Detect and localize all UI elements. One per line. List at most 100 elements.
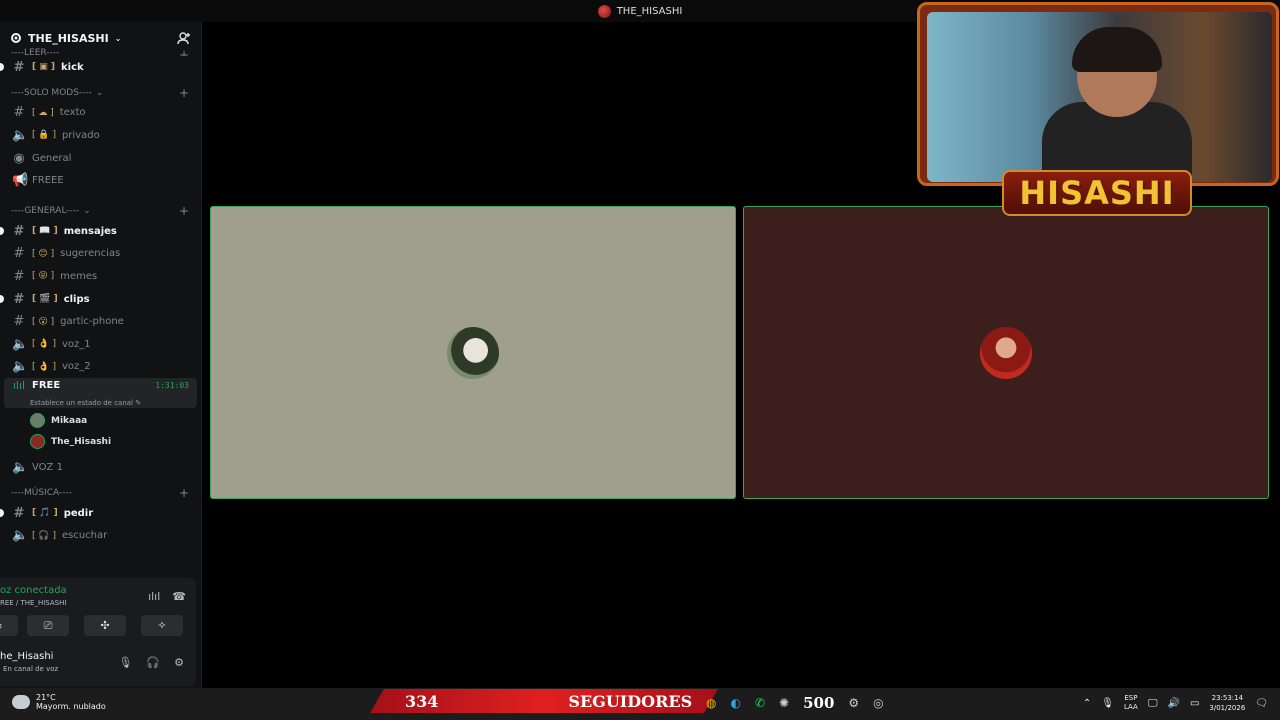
voice-connected-label: oz conectada (0, 585, 67, 596)
channel-privado[interactable]: 🔈 [ 🔒 ] privado (0, 124, 201, 147)
soundboard-button[interactable]: ✧ (141, 615, 183, 636)
followers-overlay: 334 SEGUIDORES (370, 689, 718, 713)
microphone-icon[interactable]: 🎙 (118, 656, 132, 669)
channel-status-prompt[interactable]: Establece un estado de canal ✎ (12, 399, 197, 407)
channel-label: memes (60, 270, 98, 282)
voice-activity-icon: ılıl (12, 379, 26, 393)
channel-emoji-icon: [ 😝 ] (32, 271, 55, 282)
channel-voz-2[interactable]: 🔈 [ 👌 ] voz_2 (0, 356, 201, 379)
gear-icon[interactable]: ⚙ (174, 656, 184, 669)
notifications-icon[interactable]: 🗨 (1255, 698, 1268, 709)
channel-emoji-icon: [ 👌 ] (32, 361, 56, 372)
text-channel-icon: # (13, 105, 25, 121)
microphone-icon[interactable]: 🎙 (1101, 698, 1114, 709)
category-general[interactable]: ----GENERAL---- ⌄ + (0, 202, 201, 220)
activities-icon: ✣ (100, 619, 110, 632)
windows-taskbar: 21°C Mayorm. nublado 334 SEGUIDORES ◍ ◐ … (0, 688, 1280, 720)
chrome-icon[interactable]: ◍ (706, 696, 716, 710)
member-name: Mikaaa (51, 415, 88, 426)
channel-status-label: Establece un estado de canal (30, 399, 134, 408)
webcam-video (927, 12, 1272, 183)
category-musica[interactable]: ----MÚSICA---- + (0, 484, 201, 502)
voice-tile-the-hisashi[interactable] (743, 206, 1269, 499)
channel-memes[interactable]: # [ 😝 ] memes (0, 265, 201, 288)
activities-button[interactable]: ✣ (84, 615, 126, 636)
channel-kick[interactable]: # [ ▣ ] kick (0, 56, 201, 79)
channel-gartic-phone[interactable]: # [ 😮 ] gartic-phone (0, 310, 201, 333)
channel-voz1[interactable]: 🔈 VOZ 1 (0, 456, 201, 479)
app-icon (597, 4, 611, 18)
announcement-icon: 📢 (12, 173, 29, 189)
channel-label: kick (61, 61, 84, 73)
disconnect-icon[interactable]: ☎ (172, 590, 186, 603)
current-user-status: En canal de voz (3, 665, 59, 673)
unread-indicator (0, 295, 4, 304)
current-username[interactable]: he_Hisashi (0, 651, 53, 662)
soundboard-icon: ✧ (157, 619, 167, 632)
chatgpt-icon[interactable]: ✺ (779, 696, 789, 710)
text-channel-icon: # (13, 223, 25, 239)
server-name: THE_HISASHI (28, 31, 109, 45)
webcam-person-hair (1072, 27, 1162, 72)
stage-channel-icon: ◉ (13, 150, 25, 166)
chevron-down-icon: ⌄ (114, 33, 122, 43)
voice-member-the-hisashi[interactable]: The_Hisashi (0, 431, 201, 452)
unread-indicator (0, 509, 4, 518)
channel-pedir[interactable]: # [ 🎵 ] pedir (0, 502, 201, 525)
add-channel-icon[interactable]: + (179, 204, 189, 218)
whatsapp-icon[interactable]: ✆ (755, 696, 765, 710)
weather-widget[interactable]: 21°C Mayorm. nublado (12, 693, 106, 711)
channel-general[interactable]: ◉ General (0, 147, 201, 170)
channel-emoji-icon: [ 📖 ] (32, 226, 58, 237)
call-timer: 1:31:03 (155, 381, 189, 391)
channel-label: gartic-phone (60, 316, 124, 328)
headphones-icon[interactable]: 🎧 (146, 656, 160, 669)
channel-mensajes[interactable]: # [ 📖 ] mensajes (0, 220, 201, 243)
add-member-icon[interactable] (177, 31, 191, 45)
battery-icon[interactable]: ▭ (1190, 698, 1199, 709)
channel-freee[interactable]: 📢 FREEE (0, 169, 201, 192)
category-solo-mods[interactable]: ----SOLO MODS---- ⌄ + (0, 84, 201, 102)
channel-free-active[interactable]: ılıl FREE 1:31:03 Establece un estado de… (4, 378, 197, 409)
volume-icon[interactable]: 🔊 (1167, 698, 1179, 709)
avatar (447, 326, 499, 379)
screen-share-button[interactable]: ⎚ (27, 615, 69, 636)
chevron-down-icon: ⌄ (95, 87, 104, 98)
lock-icon: [ 🔒 ] (32, 130, 56, 141)
category-label: ----GENERAL---- (11, 205, 80, 216)
avatar (980, 326, 1032, 379)
channel-label: FREEE (32, 175, 64, 187)
language-indicator[interactable]: ESP LAA (1124, 694, 1138, 712)
channel-label: pedir (63, 507, 94, 519)
camera-button[interactable]: ▭ (0, 615, 18, 636)
add-channel-icon[interactable]: + (179, 48, 189, 56)
add-channel-icon[interactable]: + (179, 86, 189, 100)
network-icon[interactable]: 🖵 (1148, 698, 1158, 709)
channel-voz-1[interactable]: 🔈 [ 👌 ] voz_1 (0, 333, 201, 356)
voice-member-mikaaa[interactable]: Mikaaa (0, 410, 201, 431)
avatar (30, 434, 45, 450)
camera-icon: ▭ (0, 619, 2, 632)
category-label: ----LEER---- (11, 48, 60, 56)
steam-icon[interactable]: ⚙ (848, 696, 859, 710)
obs-icon[interactable]: ◎ (873, 696, 883, 710)
channel-escuchar[interactable]: 🔈 [ 🎧 ] escuchar (0, 524, 201, 547)
unread-indicator (0, 227, 4, 236)
add-channel-icon[interactable]: + (179, 486, 189, 500)
voice-tile-mikaaa[interactable] (210, 206, 736, 499)
channel-clips[interactable]: # [ 🎬 ] clips (0, 288, 201, 311)
category-leer[interactable]: ----LEER---- + (0, 48, 201, 56)
channel-label: VOZ 1 (32, 461, 63, 473)
channel-sugerencias[interactable]: # [ 😊 ] sugerencias (0, 243, 201, 266)
channel-texto[interactable]: # [ ☁ ] texto (0, 102, 201, 125)
voice-channel-path[interactable]: REE / THE_HISASHI (0, 599, 66, 607)
channel-label: texto (59, 107, 86, 119)
clock[interactable]: 23:53:14 3/01/2026 (1209, 693, 1245, 713)
webcam-overlay: HISASHI (917, 2, 1279, 217)
edge-icon[interactable]: ◐ (730, 696, 740, 710)
server-settings-icon (11, 33, 21, 43)
text-channel-icon: # (13, 246, 25, 262)
speaker-icon: 🔈 (12, 336, 29, 352)
noise-suppression-icon[interactable]: ılıl (148, 590, 160, 603)
chevron-up-icon[interactable]: ⌃ (1083, 698, 1091, 709)
